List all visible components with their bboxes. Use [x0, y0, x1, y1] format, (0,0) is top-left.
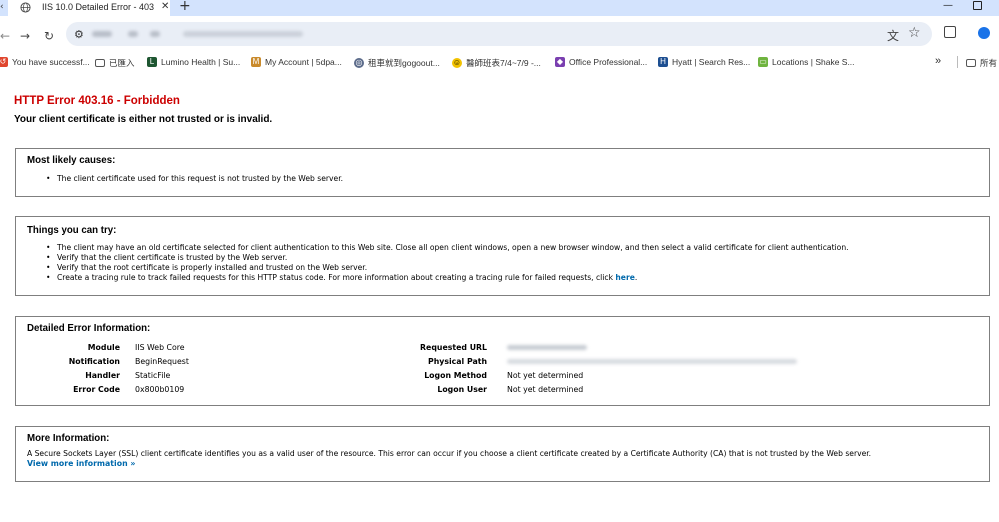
detailed-error-heading: Detailed Error Information: — [27, 323, 151, 334]
page-subtitle: Your client certificate is either not tr… — [14, 114, 273, 125]
bookmark-label: Hyatt | Search Res... — [672, 57, 751, 67]
detail-label: Notification — [68, 357, 120, 366]
detailed-error-section: Detailed Error Information: Module IIS W… — [15, 316, 990, 406]
detail-value: Not yet determined — [507, 385, 584, 394]
all-bookmarks-folder[interactable]: 所有 — [966, 57, 997, 69]
new-tab-button[interactable]: + — [179, 0, 191, 14]
tab-strip: ‹ IIS 10.0 Detailed Error - 403.16 ✕ + — — [0, 0, 999, 16]
detail-label: Physical Path — [428, 357, 487, 366]
more-information-text: A Secure Sockets Layer (SSL) client cert… — [27, 449, 872, 458]
bookmark-star-icon[interactable]: ☆ — [908, 25, 921, 41]
bookmarks-divider — [957, 56, 958, 68]
bookmarks-bar: ↺ You have successf... 已匯入 L Lumino Heal… — [0, 54, 999, 72]
detail-label: Module — [87, 343, 120, 352]
shakeshack-icon: ▭ — [758, 57, 768, 67]
list-item-text: Create a tracing rule to track failed re… — [57, 272, 616, 282]
detail-value: Not yet determined — [507, 371, 584, 380]
url-text-redacted — [183, 31, 303, 37]
detail-value: StaticFile — [135, 371, 171, 380]
smile-icon: ☺ — [452, 58, 462, 68]
list-item: Verify that the root certificate is prop… — [27, 263, 849, 273]
more-information-section: More Information: A Secure Sockets Layer… — [15, 426, 990, 482]
detail-label: Requested URL — [420, 343, 487, 352]
view-more-information-link[interactable]: View more information » — [27, 459, 135, 468]
detail-label: Error Code — [73, 385, 120, 394]
tracing-rule-link[interactable]: here — [615, 273, 634, 282]
url-text-redacted — [92, 31, 112, 37]
bookmark-label: Office Professional... — [569, 57, 648, 67]
bookmark-folder[interactable]: 已匯入 — [95, 57, 135, 69]
requested-url-redacted — [507, 345, 587, 350]
location-icon: ◎ — [354, 58, 364, 68]
bookmark-item[interactable]: ◎ 租車就到gogoout... — [354, 57, 440, 69]
causes-section: Most likely causes: The client certifica… — [15, 148, 990, 197]
tab-close-icon[interactable]: ✕ — [161, 1, 169, 12]
hyatt-icon: H — [658, 57, 668, 67]
page-title: HTTP Error 403.16 - Forbidden — [14, 95, 180, 107]
reload-button[interactable]: ↻ — [44, 29, 54, 43]
bookmark-label: Locations | Shake S... — [772, 57, 855, 67]
back-button[interactable]: ← — [0, 29, 10, 43]
url-text-redacted — [150, 31, 160, 37]
bookmark-label: 已匯入 — [109, 58, 135, 68]
things-to-try-heading: Things you can try: — [27, 225, 117, 236]
bookmark-label: My Account | 5dpa... — [265, 57, 342, 67]
redirect-icon: ↺ — [0, 57, 8, 67]
minimize-window-button[interactable]: — — [943, 0, 953, 11]
shield-icon: ◆ — [555, 57, 565, 67]
causes-list: The client certificate used for this req… — [27, 174, 343, 184]
bookmark-label: 所有 — [980, 58, 998, 68]
bookmark-item[interactable]: ◆ Office Professional... — [555, 57, 647, 67]
list-item: The client certificate used for this req… — [27, 174, 343, 184]
url-text-redacted — [128, 31, 138, 37]
things-to-try-list: The client may have an old certificate s… — [27, 243, 849, 283]
list-item: Verify that the client certificate is tr… — [27, 253, 849, 263]
extensions-icon[interactable] — [944, 26, 956, 38]
globe-icon — [20, 2, 31, 13]
more-bookmarks-button[interactable]: » — [935, 55, 941, 67]
account-icon: M — [251, 57, 261, 67]
bookmark-label: Lumino Health | Su... — [161, 57, 241, 67]
folder-icon — [95, 59, 105, 67]
more-information-heading: More Information: — [27, 433, 110, 444]
tab-title: IIS 10.0 Detailed Error - 403.16 — [42, 2, 154, 12]
folder-icon — [966, 59, 976, 67]
forward-button[interactable]: → — [20, 29, 30, 43]
bookmark-item[interactable]: L Lumino Health | Su... — [147, 57, 240, 67]
bookmark-label: 醫師班表7/4~7/9 -... — [466, 58, 541, 68]
bookmark-item[interactable]: H Hyatt | Search Res... — [658, 57, 750, 67]
bookmark-item[interactable]: ▭ Locations | Shake S... — [758, 57, 855, 67]
maximize-window-button[interactable] — [973, 1, 982, 10]
list-item-text: . — [634, 272, 638, 282]
physical-path-redacted — [507, 359, 797, 364]
detail-label: Logon User — [437, 385, 487, 394]
list-item: Create a tracing rule to track failed re… — [27, 273, 849, 283]
site-info-icon[interactable]: ⚙ — [74, 28, 84, 41]
bookmark-item[interactable]: ☺ 醫師班表7/4~7/9 -... — [452, 57, 541, 69]
bookmark-label: 租車就到gogoout... — [368, 58, 440, 68]
causes-heading: Most likely causes: — [27, 155, 116, 166]
list-item: The client may have an old certificate s… — [27, 243, 849, 253]
tab-scroll-icon[interactable]: ‹ — [0, 2, 4, 12]
things-to-try-section: Things you can try: The client may have … — [15, 216, 990, 296]
detail-label: Handler — [85, 371, 120, 380]
detail-label: Logon Method — [424, 371, 487, 380]
translate-icon[interactable]: 文 — [887, 27, 899, 44]
detail-value: IIS Web Core — [135, 343, 185, 352]
bookmark-label: You have successf... — [12, 57, 90, 67]
profile-avatar-icon[interactable] — [978, 27, 990, 39]
active-tab[interactable]: IIS 10.0 Detailed Error - 403.16 ✕ — [8, 0, 170, 16]
detail-value: BeginRequest — [135, 357, 189, 366]
bookmark-item[interactable]: M My Account | 5dpa... — [251, 57, 342, 67]
bookmark-item[interactable]: ↺ You have successf... — [0, 57, 90, 67]
detail-value: 0x800b0109 — [135, 385, 185, 394]
lumino-icon: L — [147, 57, 157, 67]
